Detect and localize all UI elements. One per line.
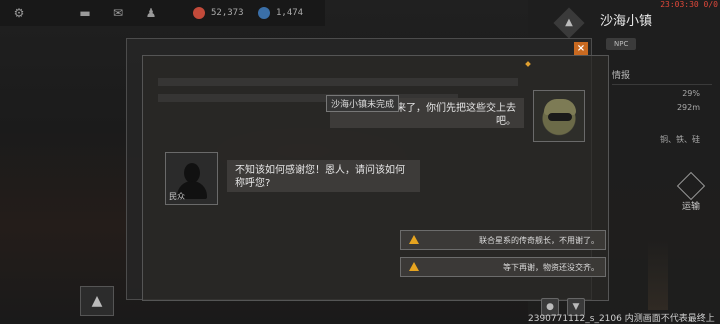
civilian-name: 民众 xyxy=(169,192,185,201)
build-watermark: 2390771112_s_2106 内测画面不代表最终上线品质 xyxy=(528,314,715,324)
warning-icon xyxy=(409,262,419,271)
reply-option-text: 等下再谢，物资还没交齐。 xyxy=(503,262,599,272)
mail-icon[interactable]: ✉ xyxy=(111,6,125,20)
chat-icon[interactable]: ▬ xyxy=(78,6,92,20)
gear-icon[interactable]: ⚙ xyxy=(12,6,26,20)
divider xyxy=(612,84,712,85)
resource-2-icon xyxy=(258,7,270,19)
stat-distance: 292m xyxy=(676,103,700,112)
resource-list: 铜、铁、硅 xyxy=(660,135,700,144)
location-title: 沙海小镇 xyxy=(600,14,653,29)
reply-option-1[interactable]: 联合星系的传奇舰长，不用谢了。 xyxy=(400,230,606,250)
mountain-icon[interactable]: ▲ xyxy=(80,286,114,316)
town-status-tag: 沙海小镇未完成 xyxy=(326,95,400,112)
resource-counter-2: 1,474 xyxy=(258,6,303,20)
resource-1-value: 52,373 xyxy=(211,8,244,18)
npc-tag: NPC xyxy=(606,38,637,50)
civilian-portrait: 民众 xyxy=(165,152,218,205)
resource-1-icon xyxy=(193,7,205,19)
stat-percent: 29% xyxy=(682,89,700,98)
npc-portrait xyxy=(533,90,585,142)
transport-icon xyxy=(676,171,706,201)
reply-option-text: 联合星系的传奇舰长，不用谢了。 xyxy=(479,235,599,245)
profile-icon[interactable]: ♟ xyxy=(144,6,158,20)
figure-silhouette xyxy=(648,240,668,310)
reply-option-2[interactable]: 等下再谢，物资还没交齐。 xyxy=(400,257,606,277)
close-button[interactable]: × xyxy=(574,42,588,56)
transport-label: 运输 xyxy=(681,202,700,212)
town-icon: ▲ xyxy=(553,7,585,39)
civilian-dialogue-bubble: 不知该如何感谢您！恩人，请问该如何称呼您? xyxy=(227,160,420,192)
warning-icon xyxy=(409,235,419,244)
resource-counter-1: 52,373 xyxy=(193,6,244,20)
transport-button[interactable]: 运输 xyxy=(676,171,706,216)
visor-shape xyxy=(548,113,572,121)
top-bar: ⚙ ▬ ✉ ♟ 52,373 1,474 xyxy=(0,0,325,26)
info-label: 情报 xyxy=(612,71,631,81)
resource-2-value: 1,474 xyxy=(276,8,304,18)
background-text xyxy=(158,78,518,86)
silhouette-head xyxy=(184,163,200,183)
timer-text: 23:03:30 0/0 xyxy=(660,0,718,9)
